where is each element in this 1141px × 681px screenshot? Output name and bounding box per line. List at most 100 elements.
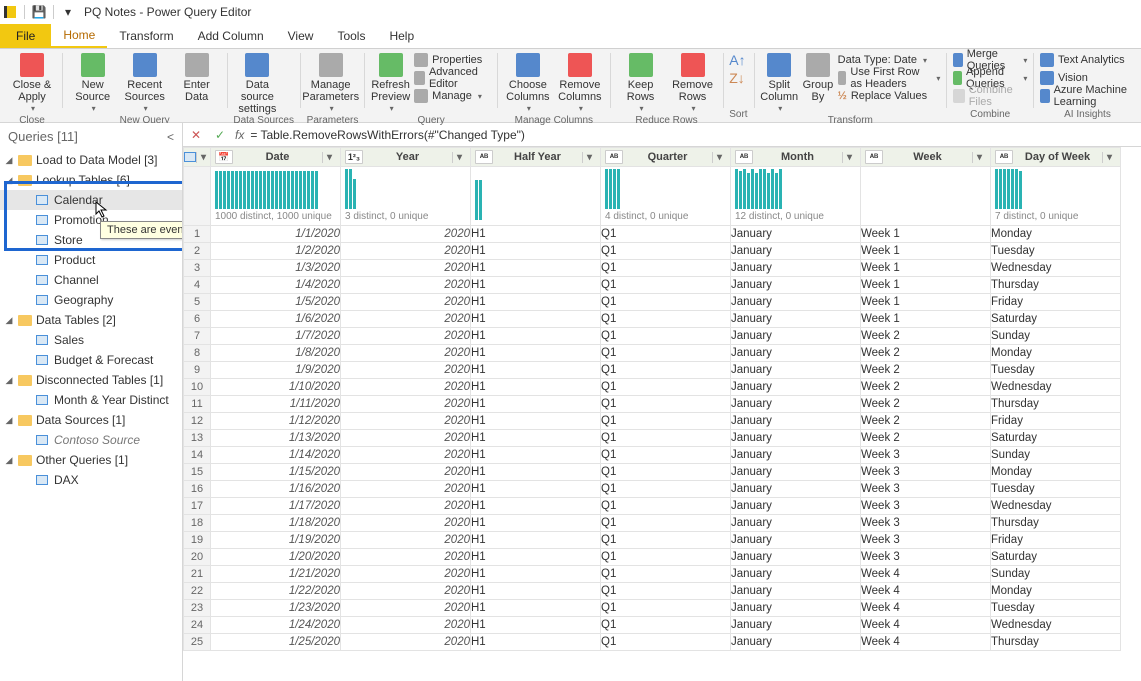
- cell-quarter[interactable]: Q1: [601, 600, 731, 617]
- tab-add-column[interactable]: Add Column: [186, 24, 276, 48]
- row-number[interactable]: 14: [184, 447, 211, 464]
- query-group[interactable]: ◢Load to Data Model [3]: [0, 150, 182, 170]
- tab-help[interactable]: Help: [377, 24, 426, 48]
- cell-year[interactable]: 2020: [341, 277, 471, 294]
- filter-icon[interactable]: ▾: [1102, 152, 1116, 163]
- datatype-icon[interactable]: ᴬᴮ: [735, 150, 753, 164]
- cell-dow[interactable]: Wednesday: [991, 379, 1121, 396]
- remove-rows-button[interactable]: Remove Rows: [669, 51, 717, 115]
- combine-files-button[interactable]: Combine Files: [953, 87, 1027, 105]
- cell-week[interactable]: Week 2: [861, 430, 991, 447]
- cell-dow[interactable]: Tuesday: [991, 362, 1121, 379]
- query-item[interactable]: Geography: [0, 290, 182, 310]
- datatype-icon[interactable]: ᴬᴮ: [995, 150, 1013, 164]
- datatype-icon[interactable]: ᴬᴮ: [605, 150, 623, 164]
- column-header[interactable]: 1²₃Year▾: [341, 148, 471, 167]
- row-number[interactable]: 4: [184, 277, 211, 294]
- cell-month[interactable]: January: [731, 498, 861, 515]
- row-number[interactable]: 21: [184, 566, 211, 583]
- data-row[interactable]: 71/7/20202020H1Q1JanuaryWeek 2Sunday: [184, 328, 1121, 345]
- cell-month[interactable]: January: [731, 243, 861, 260]
- cell-year[interactable]: 2020: [341, 515, 471, 532]
- cell-quarter[interactable]: Q1: [601, 498, 731, 515]
- cell-date[interactable]: 1/15/2020: [211, 464, 341, 481]
- cell-date[interactable]: 1/24/2020: [211, 617, 341, 634]
- cell-halfyear[interactable]: H1: [471, 583, 601, 600]
- expand-icon[interactable]: ◢: [4, 155, 14, 166]
- cell-week[interactable]: Week 4: [861, 634, 991, 651]
- data-row[interactable]: 51/5/20202020H1Q1JanuaryWeek 1Friday: [184, 294, 1121, 311]
- cell-halfyear[interactable]: H1: [471, 226, 601, 243]
- cell-quarter[interactable]: Q1: [601, 481, 731, 498]
- cell-date[interactable]: 1/2/2020: [211, 243, 341, 260]
- row-number[interactable]: 3: [184, 260, 211, 277]
- cell-month[interactable]: January: [731, 413, 861, 430]
- row-number[interactable]: 19: [184, 532, 211, 549]
- cell-date[interactable]: 1/17/2020: [211, 498, 341, 515]
- cell-week[interactable]: Week 3: [861, 532, 991, 549]
- cell-halfyear[interactable]: H1: [471, 413, 601, 430]
- cell-year[interactable]: 2020: [341, 532, 471, 549]
- cell-week[interactable]: Week 4: [861, 617, 991, 634]
- query-item[interactable]: Month & Year Distinct: [0, 390, 182, 410]
- cell-date[interactable]: 1/7/2020: [211, 328, 341, 345]
- cell-month[interactable]: January: [731, 566, 861, 583]
- manage-button[interactable]: Manage: [414, 87, 491, 105]
- expand-icon[interactable]: ◢: [4, 315, 14, 326]
- query-item[interactable]: Calendar: [0, 190, 182, 210]
- cell-halfyear[interactable]: H1: [471, 481, 601, 498]
- cell-date[interactable]: 1/16/2020: [211, 481, 341, 498]
- query-item[interactable]: DAX: [0, 470, 182, 490]
- cell-month[interactable]: January: [731, 277, 861, 294]
- row-number[interactable]: 1: [184, 226, 211, 243]
- cell-date[interactable]: 1/4/2020: [211, 277, 341, 294]
- collapse-pane-icon[interactable]: <: [167, 130, 174, 144]
- cell-week[interactable]: Week 1: [861, 260, 991, 277]
- commit-formula-icon[interactable]: ✓: [211, 126, 229, 144]
- cell-quarter[interactable]: Q1: [601, 447, 731, 464]
- cell-month[interactable]: January: [731, 226, 861, 243]
- row-number[interactable]: 13: [184, 430, 211, 447]
- cell-date[interactable]: 1/5/2020: [211, 294, 341, 311]
- cell-halfyear[interactable]: H1: [471, 464, 601, 481]
- cell-quarter[interactable]: Q1: [601, 260, 731, 277]
- data-row[interactable]: 121/12/20202020H1Q1JanuaryWeek 2Friday: [184, 413, 1121, 430]
- cell-date[interactable]: 1/25/2020: [211, 634, 341, 651]
- cell-year[interactable]: 2020: [341, 498, 471, 515]
- cell-halfyear[interactable]: H1: [471, 447, 601, 464]
- refresh-preview-button[interactable]: Refresh Preview: [371, 51, 410, 115]
- replace-values-button[interactable]: ½Replace Values: [838, 87, 941, 105]
- cell-quarter[interactable]: Q1: [601, 328, 731, 345]
- cell-halfyear[interactable]: H1: [471, 379, 601, 396]
- data-row[interactable]: 211/21/20202020H1Q1JanuaryWeek 4Sunday: [184, 566, 1121, 583]
- cell-month[interactable]: January: [731, 311, 861, 328]
- cell-week[interactable]: Week 2: [861, 379, 991, 396]
- data-row[interactable]: 241/24/20202020H1Q1JanuaryWeek 4Wednesda…: [184, 617, 1121, 634]
- cell-quarter[interactable]: Q1: [601, 566, 731, 583]
- row-number[interactable]: 25: [184, 634, 211, 651]
- cell-quarter[interactable]: Q1: [601, 430, 731, 447]
- cell-halfyear[interactable]: H1: [471, 294, 601, 311]
- cell-year[interactable]: 2020: [341, 294, 471, 311]
- cell-quarter[interactable]: Q1: [601, 379, 731, 396]
- choose-columns-button[interactable]: Choose Columns: [504, 51, 552, 115]
- cell-halfyear[interactable]: H1: [471, 430, 601, 447]
- cell-year[interactable]: 2020: [341, 413, 471, 430]
- text-analytics-button[interactable]: Text Analytics: [1040, 51, 1135, 69]
- query-item[interactable]: Product: [0, 250, 182, 270]
- data-row[interactable]: 81/8/20202020H1Q1JanuaryWeek 2Monday: [184, 345, 1121, 362]
- row-number[interactable]: 17: [184, 498, 211, 515]
- cancel-formula-icon[interactable]: ✕: [187, 126, 205, 144]
- row-number[interactable]: 5: [184, 294, 211, 311]
- cell-week[interactable]: Week 2: [861, 396, 991, 413]
- cell-week[interactable]: Week 2: [861, 413, 991, 430]
- cell-week[interactable]: Week 3: [861, 447, 991, 464]
- cell-dow[interactable]: Monday: [991, 345, 1121, 362]
- cell-week[interactable]: Week 1: [861, 243, 991, 260]
- cell-month[interactable]: January: [731, 447, 861, 464]
- tab-transform[interactable]: Transform: [107, 24, 185, 48]
- data-row[interactable]: 41/4/20202020H1Q1JanuaryWeek 1Thursday: [184, 277, 1121, 294]
- cell-week[interactable]: Week 2: [861, 328, 991, 345]
- query-item[interactable]: Budget & Forecast: [0, 350, 182, 370]
- cell-dow[interactable]: Saturday: [991, 430, 1121, 447]
